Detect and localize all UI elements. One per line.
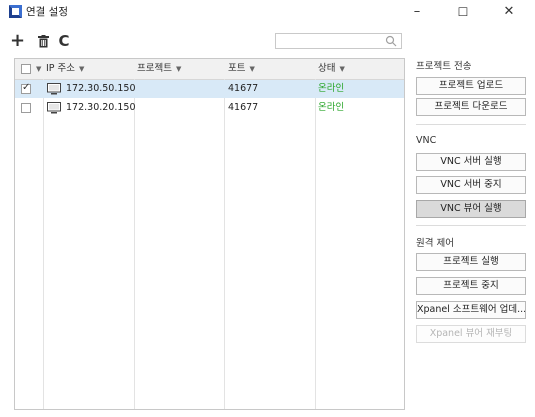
- connection-table: ▼ IP 주소 ▼ 프로젝트 ▼ 포트 ▼ 상태 ▼ ✓ 172.30.50.150 4…: [14, 58, 405, 410]
- connection-settings-window: 연결 설정 – ☐ ✕ + C ▼ IP 주소 ▼ 프로젝트 ▼ 포트 ▼ 상태 ▼: [0, 0, 535, 417]
- column-header-ip[interactable]: IP 주소 ▼: [46, 59, 84, 79]
- column-divider: [224, 79, 225, 409]
- vnc-server-run-button[interactable]: VNC 서버 실행: [416, 153, 526, 171]
- computer-icon: [47, 83, 61, 95]
- row-checkbox[interactable]: [21, 103, 31, 113]
- vnc-server-stop-button[interactable]: VNC 서버 중지: [416, 176, 526, 194]
- column-divider: [43, 79, 44, 409]
- title-bar: 연결 설정 – ☐ ✕: [0, 0, 535, 24]
- search-input[interactable]: [275, 33, 402, 49]
- maximize-button[interactable]: ☐: [440, 0, 486, 24]
- viewer-reboot-button[interactable]: Xpanel 뷰어 재부팅: [416, 325, 526, 343]
- column-divider: [315, 79, 316, 409]
- row-checkbox[interactable]: ✓: [21, 82, 31, 94]
- checkmark-icon: ✓: [22, 82, 31, 93]
- select-all-dropdown-icon[interactable]: ▼: [36, 59, 41, 79]
- app-icon: [9, 5, 22, 18]
- ip-cell: 172.30.50.150: [66, 83, 136, 94]
- section-divider: [416, 124, 526, 125]
- column-header-project[interactable]: 프로젝트 ▼: [137, 59, 181, 79]
- computer-icon: [47, 102, 61, 114]
- search-icon: [385, 35, 397, 47]
- project-transfer-label: 프로젝트 전송: [416, 61, 472, 72]
- project-run-button[interactable]: 프로젝트 실행: [416, 253, 526, 271]
- section-divider: [416, 225, 526, 226]
- project-upload-button[interactable]: 프로젝트 업로드: [416, 77, 526, 95]
- minimize-button[interactable]: –: [394, 0, 440, 24]
- project-download-button[interactable]: 프로젝트 다운로드: [416, 98, 526, 116]
- add-button[interactable]: +: [10, 32, 25, 50]
- port-cell: 41677: [228, 83, 259, 94]
- refresh-button[interactable]: C: [57, 32, 71, 50]
- table-row[interactable]: 172.30.20.150 41677 온라인: [15, 99, 404, 117]
- remote-control-label: 원격 제어: [416, 238, 454, 249]
- table-header: ▼ IP 주소 ▼ 프로젝트 ▼ 포트 ▼ 상태 ▼: [15, 59, 404, 80]
- project-stop-button[interactable]: 프로젝트 중지: [416, 277, 526, 295]
- ip-cell: 172.30.20.150: [66, 102, 136, 113]
- status-cell: 온라인: [318, 83, 345, 94]
- column-divider: [134, 79, 135, 409]
- delete-button[interactable]: [36, 32, 50, 50]
- status-cell: 온라인: [318, 102, 345, 113]
- column-header-port[interactable]: 포트 ▼: [228, 59, 255, 79]
- vnc-viewer-run-button[interactable]: VNC 뷰어 실행: [416, 200, 526, 218]
- vnc-label: VNC: [416, 135, 437, 146]
- column-header-status[interactable]: 상태 ▼: [318, 59, 345, 79]
- table-row[interactable]: ✓ 172.30.50.150 41677 온라인: [15, 80, 404, 98]
- window-title: 연결 설정: [26, 6, 68, 18]
- port-cell: 41677: [228, 102, 259, 113]
- software-update-button[interactable]: Xpanel 소프트웨어 업데...: [416, 301, 526, 319]
- close-button[interactable]: ✕: [486, 0, 532, 24]
- select-all-checkbox[interactable]: [21, 64, 31, 74]
- trash-icon: [37, 35, 49, 48]
